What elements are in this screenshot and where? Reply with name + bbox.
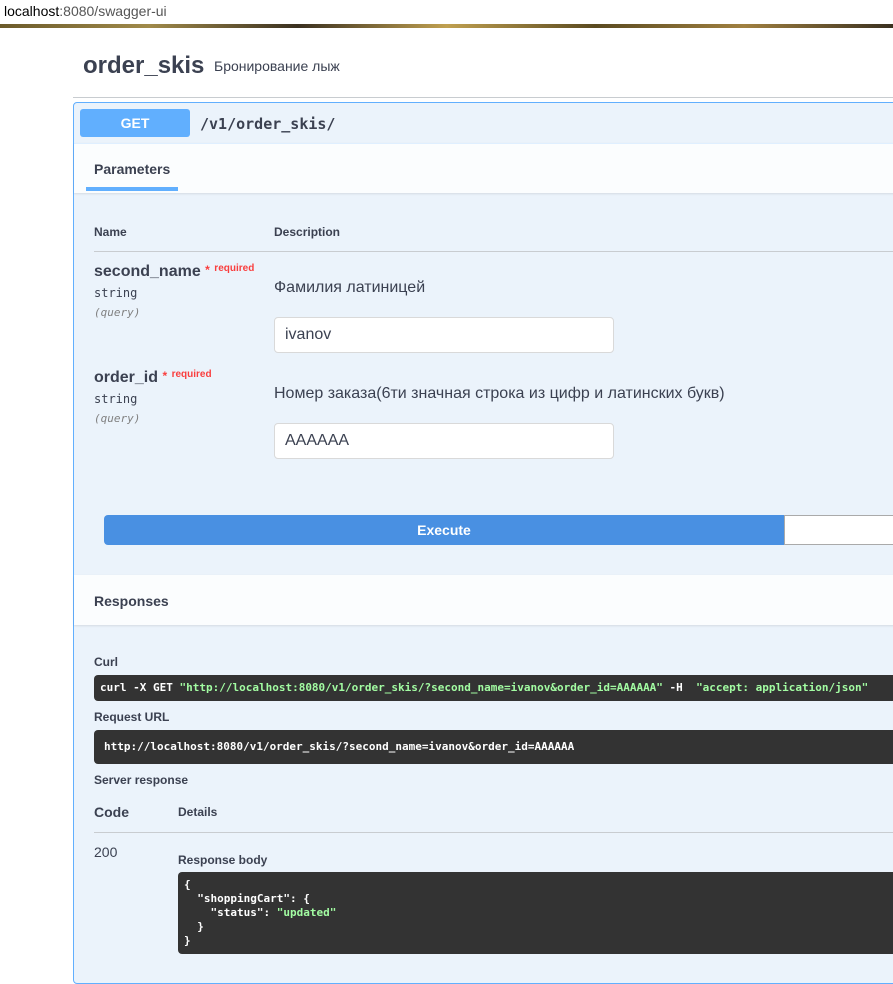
server-response-label: Server response xyxy=(94,773,189,787)
page-subtitle: Бронирование лыж xyxy=(214,58,340,74)
curl-command[interactable]: curl -X GET "http://localhost:8080/v1/or… xyxy=(94,675,893,701)
required-star: * xyxy=(205,263,210,277)
parameters-header: Parameters xyxy=(74,143,893,193)
param-location: (query) xyxy=(94,412,141,425)
param-name-text: order_id xyxy=(94,369,159,386)
request-url-label: Request URL xyxy=(94,710,170,724)
clear-button[interactable] xyxy=(784,515,893,545)
param-location: (query) xyxy=(94,306,141,319)
column-name-header: Name xyxy=(94,225,127,239)
json-brace: } xyxy=(184,934,191,947)
json-key: "shoppingCart" xyxy=(197,892,290,905)
curl-header: "accept: application/json" xyxy=(696,681,869,694)
execute-button[interactable]: Execute xyxy=(104,515,784,545)
header-divider xyxy=(73,97,893,98)
page-title: order_skis xyxy=(83,52,205,79)
tab-parameters[interactable]: Parameters xyxy=(94,161,170,177)
json-brace: } xyxy=(197,920,204,933)
json-value: "updated" xyxy=(276,906,337,919)
param-type: string xyxy=(94,392,138,406)
url-path: :8080/swagger-ui xyxy=(59,3,167,19)
param-name-text: second_name xyxy=(94,263,201,280)
required-label: required xyxy=(171,369,212,380)
request-url-text: http://localhost:8080/v1/order_skis/?sec… xyxy=(104,740,575,753)
param-name-order-id: order_id * required xyxy=(94,369,212,387)
code-column-header: Code xyxy=(94,804,129,820)
browser-tab-strip xyxy=(0,24,893,28)
curl-prefix: curl -X GET xyxy=(100,681,180,694)
browser-address-bar[interactable]: localhost:8080/swagger-ui xyxy=(0,0,893,28)
second-name-input[interactable]: ivanov xyxy=(274,317,614,353)
curl-label: Curl xyxy=(94,655,118,669)
param-description: Фамилия латиницей xyxy=(274,279,426,296)
curl-flag: -H xyxy=(662,681,697,694)
json-sep: : xyxy=(263,906,277,919)
json-sep: : { xyxy=(289,892,310,905)
required-label: required xyxy=(214,263,255,274)
column-description-header: Description xyxy=(274,225,341,239)
response-table-divider xyxy=(94,832,893,833)
operation-summary[interactable]: GET /v1/order_skis/ xyxy=(74,103,893,144)
param-type: string xyxy=(94,286,138,300)
param-description: Номер заказа(6ти значная строка из цифр … xyxy=(274,385,725,402)
order-id-input[interactable]: AAAAAA xyxy=(274,423,614,459)
json-key: "status" xyxy=(210,906,264,919)
response-body-label: Response body xyxy=(178,853,268,867)
details-column-header: Details xyxy=(178,805,218,819)
url-host: localhost xyxy=(4,3,60,19)
operation-path: /v1/order_skis/ xyxy=(200,115,336,133)
address-url[interactable]: localhost:8080/swagger-ui xyxy=(4,3,167,19)
responses-header xyxy=(74,575,893,625)
request-url[interactable]: http://localhost:8080/v1/order_skis/?sec… xyxy=(94,730,893,764)
params-divider xyxy=(94,251,893,252)
required-star: * xyxy=(162,369,168,383)
curl-url: "http://localhost:8080/v1/order_skis/?se… xyxy=(179,681,663,694)
operation-block: GET /v1/order_skis/ Parameters Name Desc… xyxy=(73,102,893,984)
http-method-badge: GET xyxy=(80,109,190,137)
param-name-second-name: second_name * required xyxy=(94,263,254,281)
response-body[interactable]: { "shoppingCart": { "status": "updated" … xyxy=(178,872,893,954)
tab-underline xyxy=(86,187,178,191)
json-brace: { xyxy=(184,878,191,891)
responses-title: Responses xyxy=(94,593,169,609)
response-code: 200 xyxy=(94,844,118,860)
